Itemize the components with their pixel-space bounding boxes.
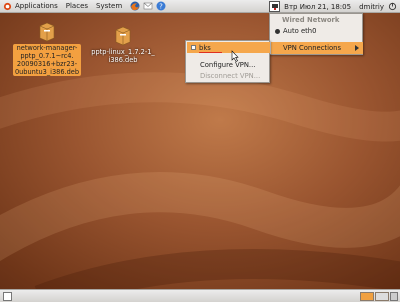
workspace-1[interactable] bbox=[360, 292, 374, 301]
label-line: i386.deb bbox=[108, 56, 138, 64]
radio-selected-icon bbox=[275, 28, 280, 34]
disconnect-vpn-item[interactable]: Disconnect VPN... bbox=[200, 72, 260, 80]
wired-network-header: Wired Network bbox=[282, 16, 340, 24]
trash-icon[interactable] bbox=[390, 292, 398, 301]
spelling-underline bbox=[199, 52, 222, 53]
workspace-2[interactable] bbox=[375, 292, 389, 301]
vpn-submenu: bks Configure VPN... Disconnect VPN... bbox=[185, 40, 270, 83]
power-icon[interactable] bbox=[388, 2, 397, 11]
help-icon[interactable]: ? bbox=[156, 1, 166, 11]
label-line: pptp-linux_1.7.2-1_ bbox=[91, 48, 155, 56]
vpn-item-bks[interactable]: bks bbox=[187, 42, 270, 53]
system-menu[interactable]: System bbox=[96, 2, 122, 10]
vpn-bks-label: bks bbox=[199, 43, 211, 52]
network-manager-icon[interactable] bbox=[269, 1, 281, 12]
connection-label: Auto eth0 bbox=[283, 27, 317, 35]
show-desktop-icon[interactable] bbox=[3, 292, 12, 301]
desktop-icon-label: pptp-linux_1.7.2-1_ i386.deb bbox=[91, 48, 154, 64]
label-line: 20090316+bzr23- bbox=[16, 60, 78, 68]
email-icon[interactable] bbox=[143, 1, 153, 11]
places-menu[interactable]: Places bbox=[66, 2, 88, 10]
top-panel: Applications Places System ? Втр Июл 21,… bbox=[0, 0, 400, 13]
configure-vpn-item[interactable]: Configure VPN... bbox=[200, 61, 255, 69]
desktop-icon-label: network-manager- pptp_0.7.1~rc4. 2009031… bbox=[12, 44, 82, 76]
user-switcher[interactable]: dmitriy bbox=[359, 3, 384, 11]
ubuntu-logo-icon[interactable] bbox=[3, 2, 12, 11]
checkbox-icon bbox=[191, 45, 196, 50]
applications-menu[interactable]: Applications bbox=[15, 2, 58, 10]
svg-text:?: ? bbox=[159, 3, 163, 11]
network-manager-menu: Wired Network Auto eth0 VPN Connections bbox=[269, 13, 363, 55]
label-line: pptp_0.7.1~rc4. bbox=[20, 52, 74, 60]
mouse-cursor-icon bbox=[231, 50, 239, 62]
label-line: 0ubuntu3_i386.deb bbox=[14, 68, 80, 76]
package-icon bbox=[39, 22, 55, 42]
clock[interactable]: Втр Июл 21, 18:05 bbox=[284, 3, 351, 11]
vpn-connections-menu-item[interactable]: VPN Connections bbox=[271, 42, 363, 54]
network-icon bbox=[271, 3, 278, 10]
label-line: network-manager- bbox=[16, 44, 78, 52]
firefox-icon[interactable] bbox=[130, 1, 140, 11]
desktop-icon-nm-pptp-deb[interactable]: network-manager- pptp_0.7.1~rc4. 2009031… bbox=[12, 22, 82, 76]
desktop-icon-pptp-linux-deb[interactable]: pptp-linux_1.7.2-1_ i386.deb bbox=[88, 26, 158, 64]
connection-auto-eth0[interactable]: Auto eth0 bbox=[275, 27, 316, 35]
vpn-connections-label: VPN Connections bbox=[283, 44, 341, 52]
bottom-panel bbox=[0, 289, 400, 302]
package-icon bbox=[115, 26, 131, 46]
submenu-arrow-icon bbox=[355, 45, 359, 51]
panel-right: Втр Июл 21, 18:05 dmitriy bbox=[269, 0, 400, 13]
